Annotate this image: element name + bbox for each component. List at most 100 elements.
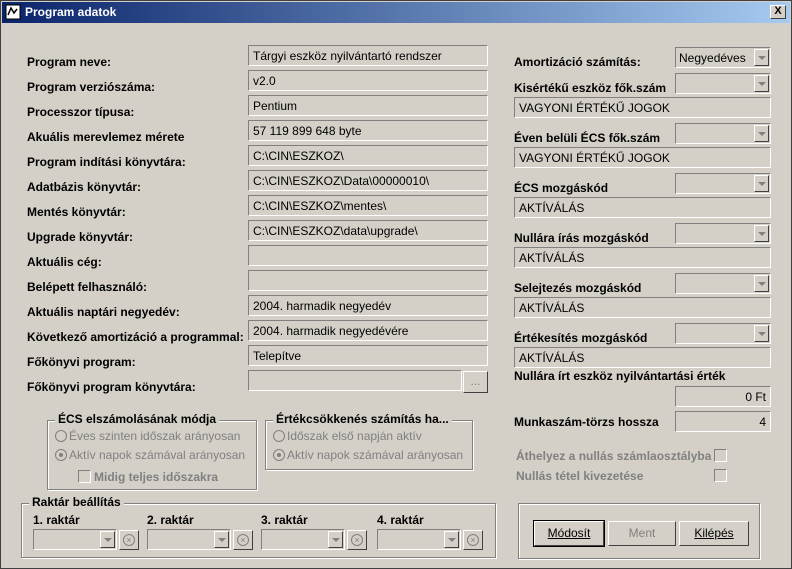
clear-icon: × — [237, 534, 249, 546]
right-section-select[interactable] — [675, 323, 771, 344]
left-row-label: Upgrade könyvtár: — [27, 230, 134, 244]
nullas-tetel-checkbox[interactable] — [714, 469, 727, 482]
midig-teljes-label: Midig teljes időszakra — [94, 470, 219, 484]
chevron-down-icon[interactable] — [328, 531, 343, 548]
ment-label: Ment — [628, 526, 656, 540]
raktar-label: 2. raktár — [147, 513, 194, 527]
raktar-select[interactable] — [377, 529, 461, 550]
ertek-radio-aktiv[interactable] — [273, 449, 285, 461]
modosit-button[interactable]: Módosít — [533, 520, 605, 547]
ecs-radio-aktiv[interactable] — [55, 449, 67, 461]
right-section-value[interactable]: AKTÍVÁLÁS — [514, 197, 771, 218]
left-row-label: Akuális merevlemez mérete — [27, 130, 185, 144]
right-section-select[interactable] — [675, 123, 771, 144]
window-title: Program adatok — [25, 5, 117, 19]
chevron-down-icon[interactable] — [444, 531, 459, 548]
kilepes-button[interactable]: Kilépés — [679, 521, 749, 546]
amortizacio-label: Amortizáció számítás: — [514, 55, 641, 69]
left-row-field[interactable]: 57 119 899 648 byte — [248, 120, 488, 141]
right-section-select[interactable] — [675, 223, 771, 244]
right-section-value[interactable]: VAGYONI ÉRTÉKŰ JOGOK — [514, 97, 771, 118]
clear-icon-button[interactable]: × — [463, 530, 483, 550]
left-row-field[interactable]: 2004. harmadik negyedévére — [248, 320, 488, 341]
chevron-down-icon[interactable] — [754, 275, 769, 292]
right-section-label: Nullára írás mozgáskód — [514, 231, 649, 245]
right-section-select[interactable] — [675, 273, 771, 294]
chevron-down-icon[interactable] — [214, 531, 229, 548]
right-section-select[interactable] — [675, 173, 771, 194]
ecs-opt-eves-label: Éves szinten időszak arányosan — [69, 429, 241, 443]
left-row-label: Processzor típusa: — [27, 105, 135, 119]
kilepes-label: Kilépés — [694, 526, 734, 540]
left-row-field[interactable]: v2.0 — [248, 70, 488, 91]
left-row-label: Program neve: — [27, 55, 112, 69]
ertek-radio-elso-nap[interactable] — [273, 430, 285, 442]
left-row-label: Adatbázis könyvtár: — [27, 180, 142, 194]
nullas-tetel-label: Nullás tétel kivezetése — [516, 469, 644, 483]
clear-icon-button[interactable]: × — [233, 530, 253, 550]
amortizacio-value: Negyedéves — [679, 51, 746, 65]
nullara-irt-value[interactable]: 0 Ft — [675, 386, 771, 407]
chevron-down-icon[interactable] — [754, 175, 769, 192]
left-row-label: Belépett felhasználó: — [27, 280, 148, 294]
left-row-field[interactable]: C:\CIN\ESZKOZ\data\upgrade\ — [248, 220, 488, 241]
left-row-field[interactable] — [248, 270, 488, 291]
raktar-select[interactable] — [33, 529, 117, 550]
left-row-field[interactable] — [248, 245, 488, 266]
app-icon — [5, 4, 21, 20]
right-section-label: Selejtezés mozgáskód — [514, 281, 642, 295]
left-row-field[interactable]: 2004. harmadik negyedév — [248, 295, 488, 316]
left-row-label: Következő amortizáció a programmal: — [27, 330, 244, 344]
munkaszam-label: Munkaszám-törzs hossza — [514, 415, 659, 429]
chevron-down-icon[interactable] — [754, 325, 769, 342]
ecs-group-title: ÉCS elszámolásának módja — [55, 412, 220, 426]
browse-button[interactable]: ... — [463, 371, 488, 393]
clear-icon: × — [467, 534, 479, 546]
left-row-field[interactable] — [248, 370, 462, 391]
raktar-select[interactable] — [261, 529, 345, 550]
raktar-select[interactable] — [147, 529, 231, 550]
right-section-select[interactable] — [675, 73, 771, 94]
right-section-value[interactable]: AKTÍVÁLÁS — [514, 347, 771, 368]
right-section-value[interactable]: AKTÍVÁLÁS — [514, 247, 771, 268]
right-section-label: Éven belüli ÉCS fők.szám — [514, 131, 661, 145]
close-button[interactable]: X — [770, 5, 786, 19]
left-row-field[interactable]: C:\CIN\ESZKOZ\mentes\ — [248, 195, 488, 216]
ertekcsokkenes-group-title: Értékcsökkenés számítás ha... — [273, 412, 452, 426]
raktar-label: 4. raktár — [377, 513, 424, 527]
munkaszam-value[interactable]: 4 — [675, 411, 771, 432]
left-row-field[interactable]: C:\CIN\ESZKOZ\ — [248, 145, 488, 166]
left-row-label: Program verziószáma: — [27, 80, 156, 94]
chevron-down-icon[interactable] — [754, 49, 769, 66]
left-row-field[interactable]: Tárgyi eszköz nyilvántartó rendszer — [248, 45, 488, 66]
chevron-down-icon[interactable] — [100, 531, 115, 548]
chevron-down-icon[interactable] — [754, 125, 769, 142]
left-row-field[interactable]: C:\CIN\ESZKOZ\Data\00000010\ — [248, 170, 488, 191]
right-section-label: Értékesítés mozgáskód — [514, 331, 648, 345]
left-row-label: Aktuális naptári negyedév: — [27, 305, 180, 319]
modosit-label: Módosít — [547, 526, 591, 540]
athelyez-checkbox[interactable] — [714, 449, 727, 462]
right-section-value[interactable]: VAGYONI ÉRTÉKŰ JOGOK — [514, 147, 771, 168]
left-row-label: Aktuális cég: — [27, 255, 102, 269]
amortizacio-select[interactable]: Negyedéves — [675, 47, 771, 68]
clear-icon-button[interactable]: × — [347, 530, 367, 550]
midig-teljes-checkbox[interactable] — [78, 470, 91, 483]
left-row-label: Főkönyvi program könyvtára: — [27, 380, 196, 394]
nullara-irt-label: Nullára írt eszköz nyilvántartási érték — [514, 369, 726, 383]
chevron-down-icon[interactable] — [754, 75, 769, 92]
ecs-radio-eves[interactable] — [55, 430, 67, 442]
right-section-label: Kisértékű eszköz fők.szám — [514, 81, 667, 95]
raktar-label: 3. raktár — [261, 513, 308, 527]
chevron-down-icon[interactable] — [754, 225, 769, 242]
left-row-label: Mentés könyvtár: — [27, 205, 126, 219]
title-bar[interactable]: Program adatok X — [2, 2, 790, 23]
left-row-label: Főkönyvi program: — [27, 355, 136, 369]
right-section-value[interactable]: AKTÍVÁLÁS — [514, 297, 771, 318]
ment-button[interactable]: Ment — [608, 521, 676, 546]
raktar-label: 1. raktár — [33, 513, 80, 527]
left-row-field[interactable]: Telepítve — [248, 345, 488, 366]
clear-icon-button[interactable]: × — [119, 530, 139, 550]
left-row-field[interactable]: Pentium — [248, 95, 488, 116]
clear-icon: × — [123, 534, 135, 546]
